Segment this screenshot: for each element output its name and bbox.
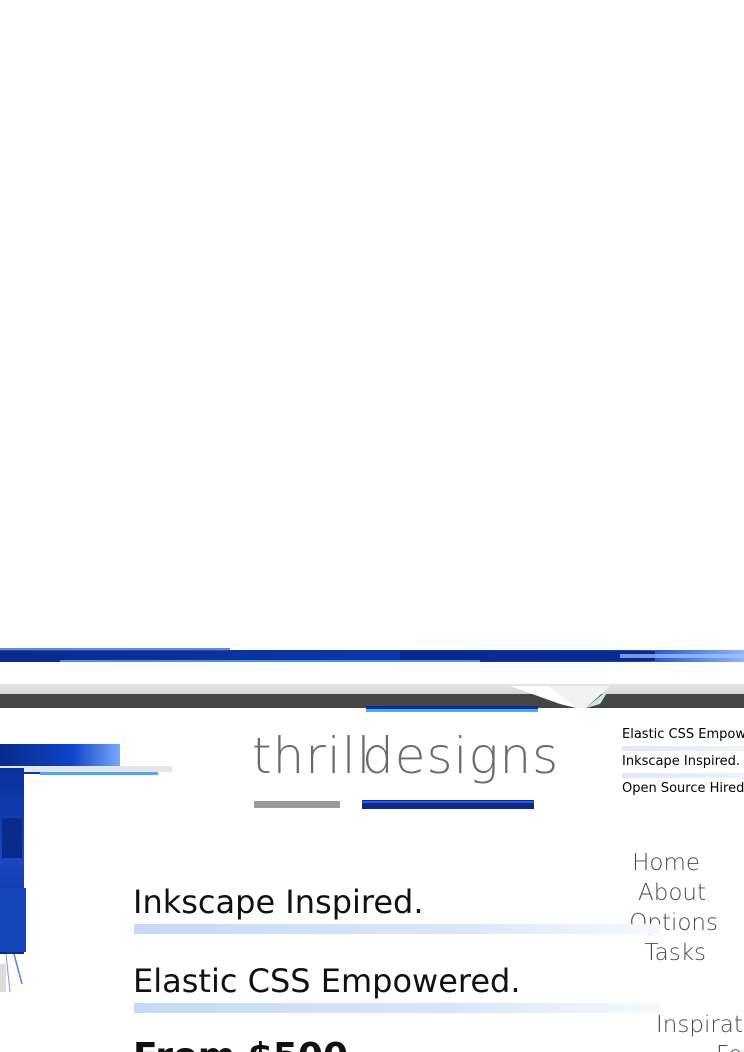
- nav-item-forum[interactable]: Forum: [716, 1040, 744, 1052]
- tagline-item: Inkscape Inspired.: [622, 751, 744, 778]
- logo-underline-blue: [362, 800, 534, 809]
- tagline-text: Open Source Hired.: [622, 781, 744, 796]
- corner-brush-graphic: [0, 744, 172, 993]
- tagline-item: Elastic CSS Empowered.: [622, 724, 744, 751]
- nav-item-home[interactable]: Home: [580, 848, 700, 878]
- site-logo[interactable]: thrill designs: [252, 724, 558, 814]
- header-gray-band: [0, 684, 744, 694]
- nav-item-tasks[interactable]: Tasks: [580, 938, 706, 968]
- page: thrill designs Elastic CSS Empowered. In…: [0, 0, 744, 1052]
- tagline-text: Elastic CSS Empowered.: [622, 727, 744, 742]
- price-heading: From $500: [133, 1036, 348, 1052]
- nav-item-inspiration[interactable]: Inspiration: [656, 1010, 744, 1040]
- tagline-text: Inkscape Inspired.: [622, 754, 741, 769]
- logo-underline-gray: [254, 801, 340, 808]
- logo-word-designs: designs: [362, 727, 560, 785]
- heading-underline: [134, 1003, 660, 1013]
- heading-underline: [134, 924, 660, 934]
- primary-nav: m Home About Options Tasks: [620, 840, 744, 968]
- nav-item-about[interactable]: About: [580, 878, 706, 908]
- tagline-list: Elastic CSS Empowered. Inkscape Inspired…: [622, 724, 744, 805]
- main-heading-elastic: Elastic CSS Empowered.: [133, 962, 521, 1000]
- tagline-item: Open Source Hired.: [622, 778, 744, 805]
- logo-word-thrill: thrill: [252, 727, 372, 785]
- header-blue-stripe: [0, 648, 744, 662]
- main-heading-inkscape: Inkscape Inspired.: [133, 883, 424, 921]
- header-blue-accent: [366, 706, 538, 712]
